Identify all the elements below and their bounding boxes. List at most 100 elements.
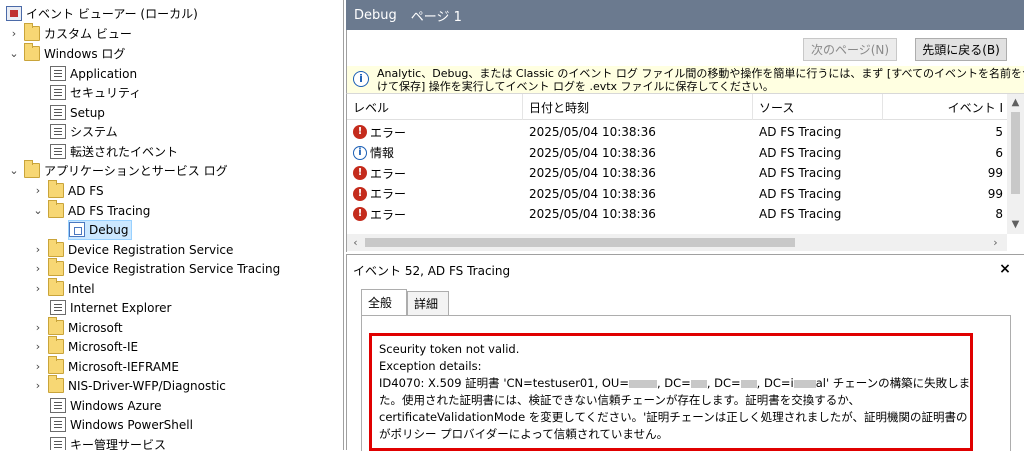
chevron-right-icon[interactable]: › [32,262,44,275]
cell-event-id: 99 [987,166,1003,181]
pane-header: Debug ページ 1 [346,0,1024,30]
tree-item-system[interactable]: システム [50,122,118,142]
scroll-left-icon[interactable]: ‹ [347,234,364,251]
cell-level: i 情報 [347,143,523,164]
detail-title: イベント 52, AD FS Tracing [353,263,511,278]
log-icon [50,85,66,101]
table-row[interactable]: ! エラー 2025/05/04 10:38:36 AD FS Tracing 5 [347,122,1007,143]
tree-item-security[interactable]: セキュリティ [50,83,141,103]
column-header-event-id[interactable]: イベント I [883,94,1007,120]
column-header-date[interactable]: 日付と時刻 [523,94,753,120]
first-page-button[interactable]: 先頭に戻る(B) [915,38,1007,61]
chevron-right-icon[interactable]: › [8,27,20,40]
chevron-right-icon[interactable]: › [32,243,44,256]
message-line: Sceurity token not valid. [379,342,520,356]
cell-source: AD FS Tracing [759,166,842,181]
chevron-right-icon[interactable]: › [32,360,44,373]
tree-item-debug[interactable]: Debug [68,220,133,240]
tree-item-microsoft-ieframe[interactable]: › Microsoft-IEFRAME [32,356,179,377]
tree-item-apps-services[interactable]: ⌄ アプリケーションとサービス ログ [8,160,228,181]
close-icon[interactable]: × [997,261,1013,277]
info-bar: i Analytic、Debug、または Classic のイベント ログ ファ… [346,66,1024,94]
tree-item-label: セキュリティ [70,86,142,101]
tree-item-label: AD FS Tracing [68,203,151,218]
log-icon [50,417,66,433]
scroll-down-icon[interactable]: ▼ [1007,216,1024,233]
tree-item-label: キー管理サービス [70,438,167,450]
page-indicator: ページ 1 [410,9,462,25]
chevron-right-icon[interactable]: › [32,379,44,392]
cell-date: 2025/05/04 10:38:36 [529,125,656,140]
redaction-mask [690,379,707,388]
column-header-level[interactable]: レベル [347,94,523,120]
message-line: certificateValidationMode を変更してください。'証明チ… [379,410,973,424]
level-text: エラー [370,207,407,222]
table-row[interactable]: ! エラー 2025/05/04 10:38:36 AD FS Tracing 99 [347,163,1007,184]
chevron-right-icon[interactable]: › [32,321,44,334]
tree-item-label: Device Registration Service Tracing [68,261,281,276]
tab-general[interactable]: 全般 [361,289,407,315]
tree-item-root[interactable]: イベント ビューアー (ローカル) [6,4,198,24]
tree-item-application[interactable]: Application [50,64,137,84]
pane-title: Debug [354,7,397,23]
level-text: 情報 [370,146,395,161]
tree-item-intel[interactable]: › Intel [32,278,95,299]
event-message[interactable]: Sceurity token not valid. Exception deta… [369,333,973,451]
horizontal-scrollbar[interactable]: ‹ › [347,234,1007,251]
navigation-tree: イベント ビューアー (ローカル) › カスタム ビュー ⌄ Windows ロ… [0,0,344,450]
cell-date: 2025/05/04 10:38:36 [529,207,656,222]
tree-item-windows-powershell[interactable]: Windows PowerShell [50,415,193,435]
event-grid: レベル 日付と時刻 ソース イベント I ! エラー 2025/05/04 10:3… [346,94,1024,252]
tree-item-custom-views[interactable]: › カスタム ビュー [8,23,132,44]
folder-icon [48,239,64,258]
tree-item-ad-fs-tracing[interactable]: ⌄ AD FS Tracing [32,200,151,221]
tree-item-device-registration-service-tracing[interactable]: › Device Registration Service Tracing [32,258,281,279]
table-row[interactable]: ! エラー 2025/05/04 10:38:36 AD FS Tracing 8 [347,204,1007,225]
message-text: , DC= [706,376,741,390]
tree-item-label: Microsoft-IEFRAME [68,359,179,374]
tree-item-label: アプリケーションとサービス ログ [44,164,228,179]
tree-item-internet-explorer[interactable]: Internet Explorer [50,298,171,318]
tree-item-windows-logs[interactable]: ⌄ Windows ログ [8,43,125,64]
scroll-right-icon[interactable]: › [987,234,1004,251]
tree-item-microsoft-ie[interactable]: › Microsoft-IE [32,336,138,357]
folder-icon [48,258,64,277]
chevron-down-icon[interactable]: ⌄ [32,204,44,217]
chevron-right-icon[interactable]: › [32,282,44,295]
tree-item-label: Windows PowerShell [70,417,193,432]
chevron-down-icon[interactable]: ⌄ [8,47,20,60]
folder-icon [48,336,64,355]
message-line: ID4070: X.509 証明書 'CN=testuser01, OU= , D… [379,375,970,392]
tree-item-label: イベント ビューアー (ローカル) [26,7,198,22]
column-header-source[interactable]: ソース [753,94,883,120]
tab-details[interactable]: 詳細 [407,291,449,315]
cell-date: 2025/05/04 10:38:36 [529,166,656,181]
vertical-scrollbar[interactable]: ▲ ▼ [1007,94,1024,234]
tree-item-ad-fs[interactable]: › AD FS [32,180,104,201]
folder-icon [24,43,40,62]
tree-item-key-management[interactable]: キー管理サービス [50,435,166,450]
message-line: がポリシー プロバイダーによって信頼されていません。 [379,427,669,441]
tree-item-windows-azure[interactable]: Windows Azure [50,396,162,416]
tree-item-forwarded-events[interactable]: 転送されたイベント [50,142,178,162]
scroll-up-icon[interactable]: ▲ [1007,94,1024,111]
scroll-thumb[interactable] [1011,112,1020,194]
table-row[interactable]: i 情報 2025/05/04 10:38:36 AD FS Tracing 6 [347,143,1007,164]
cell-source: AD FS Tracing [759,125,842,140]
tree-item-setup[interactable]: Setup [50,103,105,123]
tree-item-microsoft[interactable]: › Microsoft [32,317,123,338]
tree-item-device-registration-service[interactable]: › Device Registration Service [32,239,233,260]
chevron-right-icon[interactable]: › [32,184,44,197]
error-icon: ! [353,125,367,140]
scroll-thumb[interactable] [365,238,795,247]
folder-icon [24,23,40,42]
log-pane: Debug ページ 1 次のページ(N) 先頭に戻る(B) i Analytic… [346,0,1024,451]
table-row[interactable]: ! エラー 2025/05/04 10:38:36 AD FS Tracing 99 [347,184,1007,205]
chevron-down-icon[interactable]: ⌄ [8,164,20,177]
cell-event-id: 6 [995,145,1003,160]
chevron-right-icon[interactable]: › [32,340,44,353]
next-page-button[interactable]: 次のページ(N) [803,38,897,61]
tree-item-label: Microsoft [68,320,123,335]
error-icon: ! [353,166,367,181]
tree-item-nis-driver[interactable]: › NIS-Driver-WFP/Diagnostic [32,375,226,396]
